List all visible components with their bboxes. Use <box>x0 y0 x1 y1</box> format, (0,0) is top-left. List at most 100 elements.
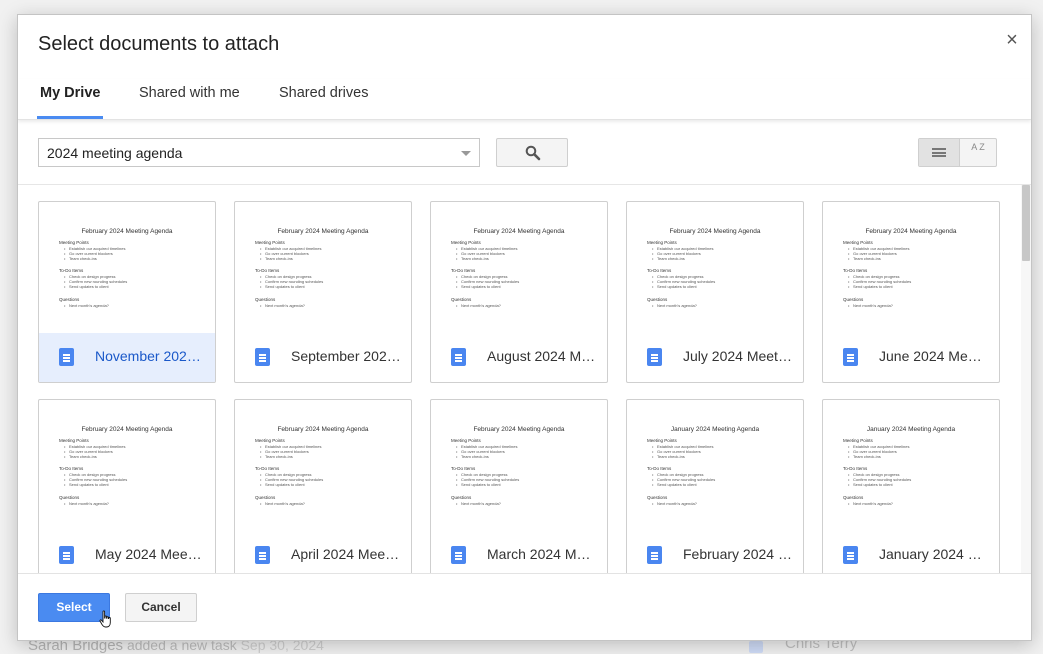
dialog-title: Select documents to attach <box>38 33 280 55</box>
close-icon[interactable]: × <box>1005 30 1019 50</box>
list-view-button[interactable] <box>919 139 960 166</box>
google-docs-icon <box>255 348 270 366</box>
search-icon <box>525 145 541 161</box>
file-card[interactable]: January 2024 Meeting Agenda Meeting Point… <box>626 399 804 573</box>
thumbnail-text: Team check-ins <box>456 454 489 459</box>
scrollbar-thumb[interactable] <box>1022 185 1030 261</box>
thumbnail-text: Questions <box>59 297 80 302</box>
sort-az-button[interactable]: A Z <box>960 139 996 166</box>
thumbnail-text: To-Do Items <box>843 268 868 273</box>
cancel-button[interactable]: Cancel <box>125 593 197 622</box>
file-name: April 2024 Meeting Agenda <box>291 546 401 562</box>
document-thumbnail: February 2024 Meeting Agenda Meeting Poin… <box>39 202 215 333</box>
thumbnail-text: Next month's agenda? <box>848 303 893 308</box>
thumbnail-text: Next month's agenda? <box>652 501 697 506</box>
file-name: July 2024 Meeting Agenda <box>683 348 793 364</box>
thumbnail-text: Meeting Points <box>255 438 285 443</box>
thumbnail-text: To-Do Items <box>647 466 672 471</box>
sort-az-icon: A Z <box>971 142 985 152</box>
google-docs-icon <box>255 546 270 564</box>
document-thumbnail: February 2024 Meeting Agenda Meeting Poin… <box>627 202 803 333</box>
google-docs-icon <box>59 348 74 366</box>
thumbnail-text: Team check-ins <box>652 454 685 459</box>
thumbnail-text: Meeting Points <box>843 240 873 245</box>
file-name: May 2024 Meeting Agenda <box>95 546 205 562</box>
thumbnail-text: Next month's agenda? <box>848 501 893 506</box>
tab-my-drive[interactable]: My Drive <box>37 85 104 119</box>
file-card[interactable]: February 2024 Meeting Agenda Meeting Poin… <box>430 399 608 573</box>
file-card-footer: March 2024 Meeting Agenda <box>431 531 607 573</box>
thumbnail-text: Questions <box>59 495 80 500</box>
file-name: August 2024 Meeting Agenda <box>487 348 597 364</box>
file-card[interactable]: February 2024 Meeting Agenda Meeting Poin… <box>430 201 608 383</box>
document-thumbnail: February 2024 Meeting Agenda Meeting Poin… <box>823 202 999 333</box>
search-combobox[interactable] <box>38 138 480 167</box>
file-card-footer: August 2024 Meeting Agenda <box>431 333 607 382</box>
file-card[interactable]: February 2024 Meeting Agenda Meeting Poin… <box>822 201 1000 383</box>
thumbnail-text: To-Do Items <box>59 466 84 471</box>
thumbnail-text: Next month's agenda? <box>260 303 305 308</box>
thumbnail-text: Send updates to client <box>848 482 893 487</box>
file-name: September 2024 Meeting Agenda <box>291 348 401 364</box>
chevron-down-icon[interactable] <box>461 151 471 156</box>
file-card[interactable]: February 2024 Meeting Agenda Meeting Poin… <box>38 399 216 573</box>
thumbnail-text: Meeting Points <box>647 240 677 245</box>
thumbnail-text: Meeting Points <box>843 438 873 443</box>
file-card[interactable]: February 2024 Meeting Agenda Meeting Poin… <box>626 201 804 383</box>
file-name: January 2024 Meeting Agenda <box>879 546 989 562</box>
thumbnail-text: To-Do Items <box>451 268 476 273</box>
thumbnail-text: Team check-ins <box>64 256 97 261</box>
file-name: March 2024 Meeting Agenda <box>487 546 597 562</box>
file-card[interactable]: February 2024 Meeting Agenda Meeting Poin… <box>38 201 216 383</box>
google-docs-icon <box>843 348 858 366</box>
thumbnail-text: Send updates to client <box>456 284 501 289</box>
file-card-footer: July 2024 Meeting Agenda <box>627 333 803 382</box>
attach-documents-dialog: Select documents to attach × My Drive Sh… <box>17 14 1032 641</box>
thumbnail-text: Next month's agenda? <box>260 501 305 506</box>
search-input[interactable] <box>39 139 459 166</box>
tab-shared-drives[interactable]: Shared drives <box>279 85 368 119</box>
thumbnail-text: Send updates to client <box>456 482 501 487</box>
thumbnail-text: Team check-ins <box>456 256 489 261</box>
thumbnail-text: February 2024 Meeting Agenda <box>81 228 173 235</box>
thumbnail-text: Meeting Points <box>451 240 481 245</box>
thumbnail-text: Meeting Points <box>59 438 89 443</box>
dialog-footer: Select Cancel <box>18 573 1031 640</box>
file-card[interactable]: February 2024 Meeting Agenda Meeting Poin… <box>234 201 412 383</box>
google-docs-icon <box>647 546 662 564</box>
thumbnail-text: Send updates to client <box>64 482 109 487</box>
tab-shared-with-me[interactable]: Shared with me <box>139 85 240 119</box>
google-docs-icon <box>843 546 858 564</box>
search-button[interactable] <box>496 138 568 167</box>
file-card-footer: February 2024 Meeting Agenda <box>627 531 803 573</box>
thumbnail-text: To-Do Items <box>59 268 84 273</box>
thumbnail-text: Meeting Points <box>59 240 89 245</box>
thumbnail-text: Send updates to client <box>652 284 697 289</box>
google-docs-icon <box>451 348 466 366</box>
thumbnail-text: Questions <box>255 297 276 302</box>
thumbnail-text: February 2024 Meeting Agenda <box>277 426 369 433</box>
thumbnail-text: Team check-ins <box>260 454 293 459</box>
file-card-footer: April 2024 Meeting Agenda <box>235 531 411 573</box>
file-card[interactable]: January 2024 Meeting Agenda Meeting Point… <box>822 399 1000 573</box>
thumbnail-text: February 2024 Meeting Agenda <box>81 426 173 433</box>
thumbnail-text: Send updates to client <box>848 284 893 289</box>
thumbnail-text: February 2024 Meeting Agenda <box>669 228 761 235</box>
thumbnail-text: To-Do Items <box>647 268 672 273</box>
view-options: A Z <box>918 138 997 167</box>
file-card-footer: November 2024 Meeting Agenda <box>39 333 215 382</box>
document-thumbnail: February 2024 Meeting Agenda Meeting Poin… <box>235 400 411 531</box>
thumbnail-text: Questions <box>451 297 472 302</box>
file-card-footer: June 2024 Meeting Agenda <box>823 333 999 382</box>
file-card[interactable]: February 2024 Meeting Agenda Meeting Poin… <box>234 399 412 573</box>
thumbnail-text: Next month's agenda? <box>64 303 109 308</box>
thumbnail-text: To-Do Items <box>255 466 280 471</box>
thumbnail-text: Send updates to client <box>64 284 109 289</box>
thumbnail-text: February 2024 Meeting Agenda <box>277 228 369 235</box>
thumbnail-text: To-Do Items <box>255 268 280 273</box>
thumbnail-text: Meeting Points <box>255 240 285 245</box>
search-toolbar: A Z <box>18 120 1031 185</box>
thumbnail-text: Team check-ins <box>260 256 293 261</box>
thumbnail-text: Next month's agenda? <box>652 303 697 308</box>
grid-scrollbar[interactable] <box>1021 185 1031 573</box>
